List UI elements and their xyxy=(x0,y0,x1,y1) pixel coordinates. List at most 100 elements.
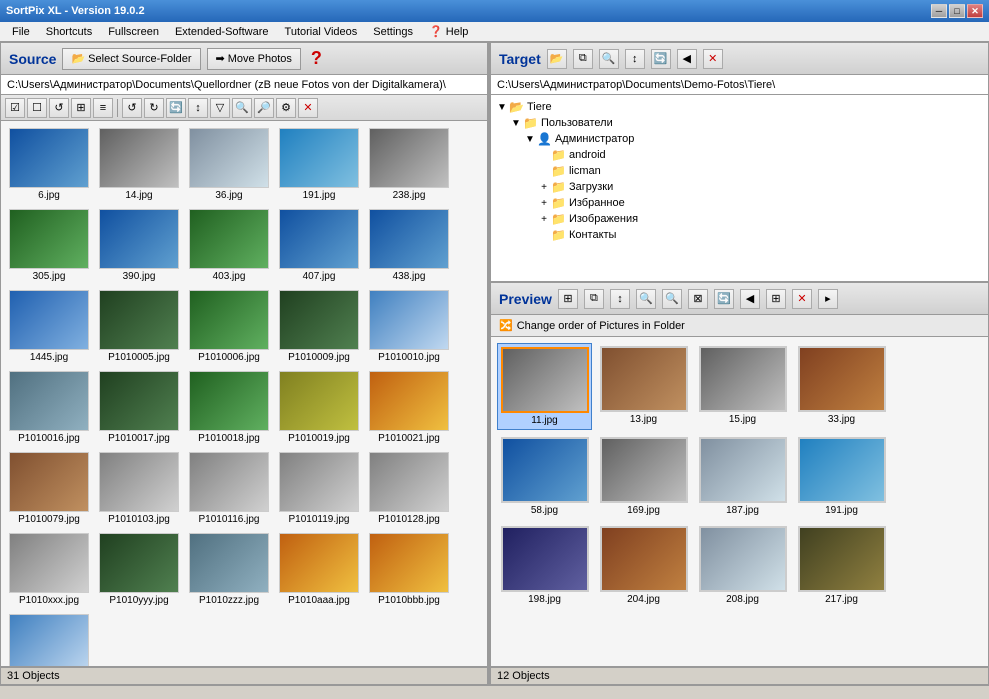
close-button[interactable]: ✕ xyxy=(967,4,983,18)
source-photo-item[interactable]: P1010021.jpg xyxy=(365,368,453,447)
expand-icon[interactable]: ▼ xyxy=(495,102,509,113)
source-photo-item[interactable]: P1010009.jpg xyxy=(275,287,363,366)
rotate-left-button[interactable]: ↺ xyxy=(122,98,142,118)
zoom-in-button[interactable]: 🔎 xyxy=(254,98,274,118)
source-photo-item[interactable]: P1010006.jpg xyxy=(185,287,273,366)
source-photo-item[interactable]: P1010018.jpg xyxy=(185,368,273,447)
source-photo-item[interactable]: 438.jpg xyxy=(365,206,453,285)
tree-item-licman[interactable]: 📁 licman xyxy=(495,163,984,179)
preview-photo-item[interactable]: 187.jpg xyxy=(695,434,790,519)
source-photo-item[interactable]: P1010016.jpg xyxy=(5,368,93,447)
tree-item-contacts[interactable]: 📁 Контакты xyxy=(495,227,984,243)
source-photo-item[interactable]: 14.jpg xyxy=(95,125,183,204)
preview-tb-delete[interactable]: ✕ xyxy=(792,289,812,309)
preview-photo-item[interactable]: 191.jpg xyxy=(794,434,889,519)
source-photo-item[interactable]: 403.jpg xyxy=(185,206,273,285)
menu-tutorial-videos[interactable]: Tutorial Videos xyxy=(277,24,366,40)
move-photos-button[interactable]: ➡ Move Photos xyxy=(207,48,301,70)
source-photo-item[interactable]: 407.jpg xyxy=(275,206,363,285)
preview-tb-8[interactable]: ◀ xyxy=(740,289,760,309)
source-photo-item[interactable]: P1010aaa.jpg xyxy=(275,530,363,609)
expand-users-icon[interactable]: ▼ xyxy=(509,118,523,129)
view-list-button[interactable]: ≡ xyxy=(93,98,113,118)
bottom-scrollbar[interactable] xyxy=(0,685,989,699)
menu-help[interactable]: ❓ Help xyxy=(421,23,476,40)
target-tree[interactable]: ▼ 📂 Tiere ▼ 📁 Пользователи ▼ 👤 Адми xyxy=(490,94,989,282)
source-photo-item[interactable]: P1010128.jpg xyxy=(365,449,453,528)
preview-photo-item[interactable]: 198.jpg xyxy=(497,523,592,608)
settings2-button[interactable]: ⚙ xyxy=(276,98,296,118)
menu-extended-software[interactable]: Extended-Software xyxy=(167,24,277,40)
source-photo-item[interactable]: P1010yyy.jpg xyxy=(95,530,183,609)
source-photo-item[interactable]: P1010010.jpg xyxy=(365,287,453,366)
target-delete-btn[interactable]: ✕ xyxy=(703,49,723,69)
preview-tb-1[interactable]: ⊞ xyxy=(558,289,578,309)
tree-item-images[interactable]: + 📁 Изображения xyxy=(495,211,984,227)
select-all-button[interactable]: ☑ xyxy=(5,98,25,118)
refresh-button[interactable]: 🔄 xyxy=(166,98,186,118)
source-photo-item[interactable]: 6.jpg xyxy=(5,125,93,204)
source-photo-item[interactable]: 1445.jpg xyxy=(5,287,93,366)
deselect-button[interactable]: ☐ xyxy=(27,98,47,118)
preview-tb-3[interactable]: ↕ xyxy=(610,289,630,309)
source-photo-item[interactable]: P1010bbb.jpg xyxy=(365,530,453,609)
preview-photo-item[interactable]: 13.jpg xyxy=(596,343,691,430)
source-photo-item[interactable]: P1010116.jpg xyxy=(185,449,273,528)
preview-tb-4[interactable]: 🔍 xyxy=(636,289,656,309)
source-photo-item[interactable]: 305.jpg xyxy=(5,206,93,285)
expand-downloads-icon[interactable]: + xyxy=(537,182,551,193)
source-photo-item[interactable]: P1010119.jpg xyxy=(275,449,363,528)
source-photo-item[interactable]: P1010005.jpg xyxy=(95,287,183,366)
menu-fullscreen[interactable]: Fullscreen xyxy=(100,24,167,40)
source-photo-item[interactable]: 390.jpg xyxy=(95,206,183,285)
minimize-button[interactable]: ─ xyxy=(931,4,947,18)
restore-button[interactable]: □ xyxy=(949,4,965,18)
source-photo-item[interactable]: 191.jpg xyxy=(275,125,363,204)
tree-item-favorites[interactable]: + 📁 Избранное xyxy=(495,195,984,211)
menu-settings[interactable]: Settings xyxy=(365,24,421,40)
expand-admin-icon[interactable]: ▼ xyxy=(523,134,537,145)
menu-file[interactable]: File xyxy=(4,24,38,40)
target-refresh-btn[interactable]: 🔄 xyxy=(651,49,671,69)
preview-grid-container[interactable]: 11.jpg 13.jpg 15.jpg 33.jpg 58.jpg xyxy=(490,336,989,667)
filter-button[interactable]: ▽ xyxy=(210,98,230,118)
source-photo-item[interactable]: P1010079.jpg xyxy=(5,449,93,528)
tree-item-downloads[interactable]: + 📁 Загрузки xyxy=(495,179,984,195)
preview-photo-item[interactable]: 58.jpg xyxy=(497,434,592,519)
target-sort-btn[interactable]: ↕ xyxy=(625,49,645,69)
preview-tb-6[interactable]: ⊠ xyxy=(688,289,708,309)
preview-tb-more[interactable]: ▸ xyxy=(818,289,838,309)
select-source-folder-button[interactable]: 📂 Select Source-Folder xyxy=(62,48,200,70)
target-folder-btn[interactable]: 📂 xyxy=(547,49,567,69)
target-back-btn[interactable]: ◀ xyxy=(677,49,697,69)
source-photo-item[interactable]: P1010zzz.jpg xyxy=(185,530,273,609)
preview-tb-5[interactable]: 🔍 xyxy=(662,289,682,309)
source-photo-item[interactable]: P1010017.jpg xyxy=(95,368,183,447)
tree-item-android[interactable]: 📁 android xyxy=(495,147,984,163)
tree-item-users[interactable]: ▼ 📁 Пользователи xyxy=(495,115,984,131)
source-photo-item[interactable]: 36.jpg xyxy=(185,125,273,204)
source-photo-grid-container[interactable]: 6.jpg 14.jpg 36.jpg 191.jpg 238.jpg xyxy=(0,120,488,667)
view-grid-button[interactable]: ⊞ xyxy=(71,98,91,118)
target-zoom-btn[interactable]: 🔍 xyxy=(599,49,619,69)
preview-photo-item[interactable]: 15.jpg xyxy=(695,343,790,430)
preview-photo-item[interactable]: 208.jpg xyxy=(695,523,790,608)
tree-item-root[interactable]: ▼ 📂 Tiere xyxy=(495,99,984,115)
preview-photo-item[interactable]: 169.jpg xyxy=(596,434,691,519)
expand-images-icon[interactable]: + xyxy=(537,214,551,225)
tree-item-admin[interactable]: ▼ 👤 Администратор xyxy=(495,131,984,147)
sort-button[interactable]: ↕ xyxy=(188,98,208,118)
preview-photo-item[interactable]: 217.jpg xyxy=(794,523,889,608)
source-photo-item[interactable]: P1010ccc.jpg xyxy=(5,611,93,667)
source-photo-item[interactable]: 238.jpg xyxy=(365,125,453,204)
preview-photo-item[interactable]: 33.jpg xyxy=(794,343,889,430)
preview-photo-item[interactable]: 11.jpg xyxy=(497,343,592,430)
source-photo-item[interactable]: P1010xxx.jpg xyxy=(5,530,93,609)
menu-shortcuts[interactable]: Shortcuts xyxy=(38,24,100,40)
source-photo-item[interactable]: P1010103.jpg xyxy=(95,449,183,528)
delete-source-button[interactable]: ✕ xyxy=(298,98,318,118)
preview-tb-9[interactable]: ⊞ xyxy=(766,289,786,309)
source-help-button[interactable]: ? xyxy=(307,48,326,69)
rotate-right-button[interactable]: ↻ xyxy=(144,98,164,118)
search-button[interactable]: 🔍 xyxy=(232,98,252,118)
